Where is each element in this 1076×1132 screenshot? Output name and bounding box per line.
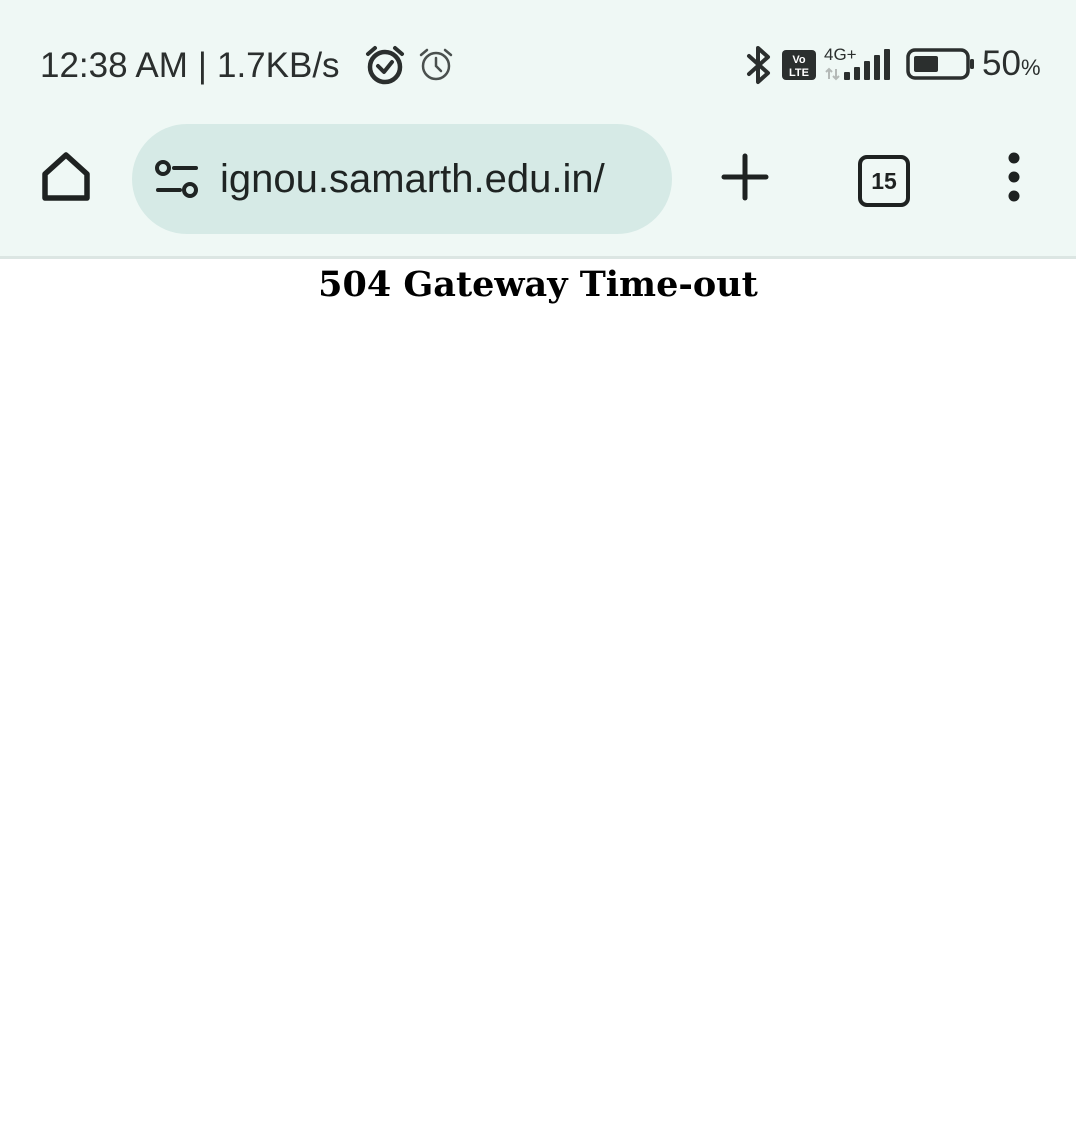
site-settings-icon[interactable] [154, 160, 200, 205]
volte-icon: Vo LTE [782, 50, 816, 85]
home-icon [39, 150, 93, 209]
alarm-icon [418, 47, 454, 88]
signal-icon [824, 48, 894, 87]
browser-chrome: 12:38 AM | 1.7KB/s Vo LTE 4G+ 50% ignou.… [0, 0, 1076, 256]
volte-line1: Vo [792, 54, 806, 66]
battery-percent-symbol: % [1020, 55, 1041, 80]
screen: 12:38 AM | 1.7KB/s Vo LTE 4G+ 50% ignou.… [0, 0, 1076, 1132]
more-menu-button[interactable] [984, 134, 1044, 224]
volte-line2: LTE [789, 67, 809, 79]
battery-percent-value: 50 [982, 44, 1021, 83]
url-text[interactable]: ignou.samarth.edu.in/ [220, 154, 662, 204]
address-bar[interactable]: ignou.samarth.edu.in/ [132, 124, 672, 234]
status-separator: | [197, 46, 207, 85]
new-tab-button[interactable] [700, 134, 790, 224]
alarm-clock-icon [364, 44, 406, 91]
status-time: 12:38 AM [40, 46, 188, 85]
more-menu-icon [1004, 152, 1024, 207]
tab-switcher-button[interactable]: 15 [858, 155, 910, 207]
toolbar-divider [0, 256, 1076, 259]
battery-icon [906, 48, 976, 85]
battery-percentage: 50% [982, 44, 1041, 84]
new-tab-icon [720, 152, 770, 207]
home-button[interactable] [22, 134, 110, 224]
bluetooth-icon [744, 44, 774, 91]
tab-count: 15 [871, 167, 897, 194]
status-bar-left: 12:38 AM | 1.7KB/s [40, 42, 340, 90]
status-net-speed: 1.7KB/s [216, 46, 340, 85]
page-title: 504 Gateway Time-out [318, 264, 758, 305]
